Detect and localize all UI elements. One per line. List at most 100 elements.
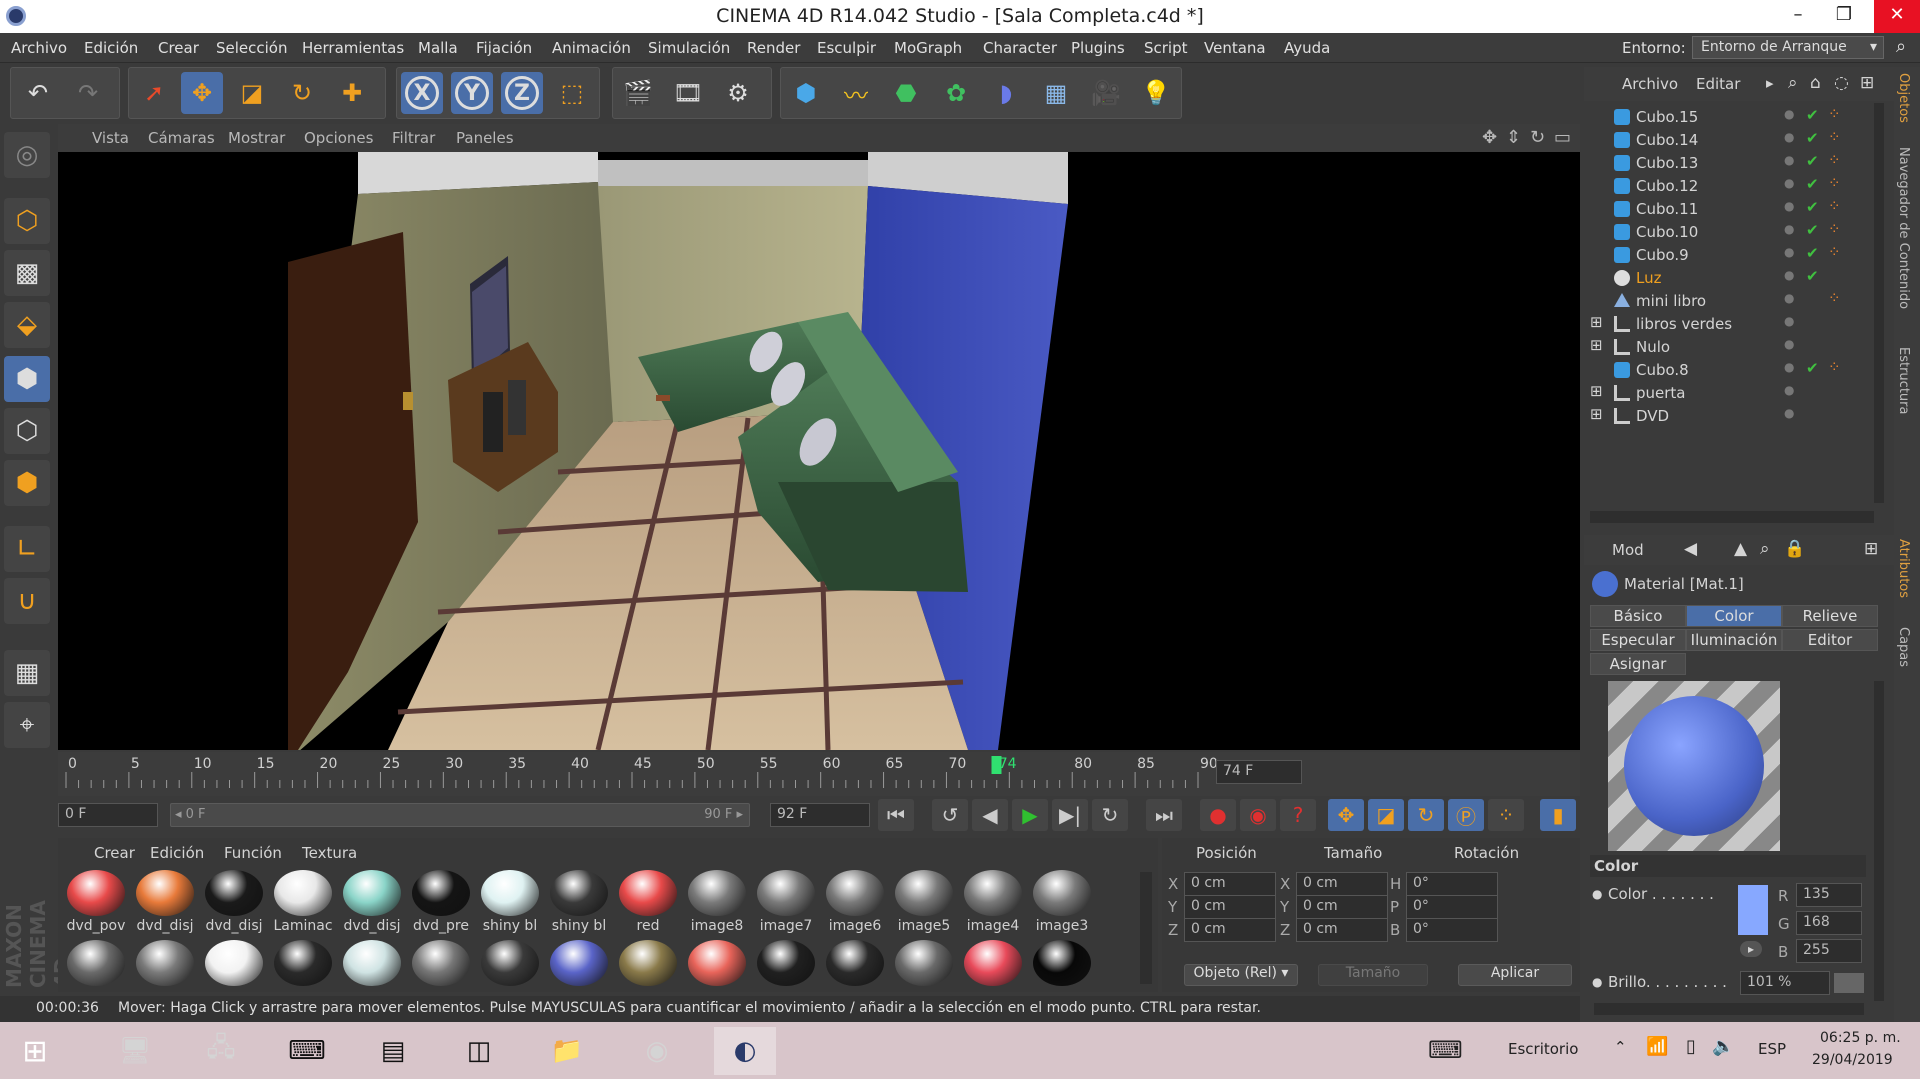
network-icon[interactable]: 📶 xyxy=(1646,1036,1668,1057)
rotate-view-icon[interactable]: ↻ xyxy=(1530,127,1545,148)
y-axis-icon[interactable]: Y xyxy=(451,72,493,114)
pan-view-icon[interactable]: ✥ xyxy=(1482,127,1497,148)
battery-icon[interactable]: ▯ xyxy=(1686,1036,1696,1057)
control-panel-icon[interactable]: 🖥 xyxy=(104,1027,166,1075)
select-tool-icon[interactable]: ➚ xyxy=(133,72,175,114)
coord-field[interactable]: 0 cm xyxy=(1296,895,1388,919)
model-mode-icon[interactable]: ⬡ xyxy=(4,198,50,244)
material-swatch[interactable]: dvd_pov xyxy=(64,870,128,934)
rotate-tool-icon[interactable]: ↻ xyxy=(281,72,323,114)
material-swatch[interactable] xyxy=(823,940,887,986)
material-tag-icon[interactable]: ⁘ xyxy=(1828,128,1841,146)
scene-floor-icon[interactable]: ▦ xyxy=(1035,72,1077,114)
menu-ayuda[interactable]: Ayuda xyxy=(1284,39,1330,57)
key-parameter-icon[interactable]: Ⓟ xyxy=(1448,799,1484,831)
visibility-dots-icon[interactable]: ● xyxy=(1784,222,1794,236)
menu-animacion[interactable]: Animación xyxy=(552,39,631,57)
points-mode-icon[interactable]: ⬢ xyxy=(4,356,50,402)
start-frame-field[interactable]: 0 F xyxy=(58,803,158,827)
search-icon[interactable]: ⌕ xyxy=(1760,539,1770,559)
enabled-check-icon[interactable]: ✔ xyxy=(1806,106,1819,124)
coord-field[interactable]: 0° xyxy=(1406,895,1498,919)
volume-icon[interactable]: 🔈 xyxy=(1712,1036,1734,1057)
visibility-dots-icon[interactable]: ● xyxy=(1784,337,1794,351)
autokey-icon[interactable]: ◉ xyxy=(1240,799,1276,831)
material-tag-icon[interactable]: ⁘ xyxy=(1828,243,1841,261)
object-list-vscroll[interactable] xyxy=(1874,103,1884,503)
material-swatch[interactable] xyxy=(1030,940,1094,986)
render-settings-icon[interactable]: ⚙ xyxy=(717,72,759,114)
expand-icon[interactable]: ⊞ xyxy=(1590,382,1603,400)
network-app-icon[interactable]: 🖧 xyxy=(190,1027,252,1075)
coord-field[interactable]: 0° xyxy=(1406,872,1498,896)
camera-icon[interactable]: 🎥 xyxy=(1085,72,1127,114)
visibility-dots-icon[interactable]: ● xyxy=(1784,245,1794,259)
size-mode-dropdown[interactable]: Tamaño xyxy=(1318,964,1428,986)
up-arrow-icon[interactable]: ▲ xyxy=(1734,539,1747,559)
material-swatch[interactable]: image8 xyxy=(685,870,749,934)
enabled-check-icon[interactable]: ✔ xyxy=(1806,359,1819,377)
material-swatch[interactable]: image5 xyxy=(892,870,956,934)
material-swatch[interactable]: red xyxy=(616,870,680,934)
menu-edicion[interactable]: Edición xyxy=(84,39,138,57)
clock-date[interactable]: 29/04/2019 xyxy=(1812,1052,1893,1068)
expand-icon[interactable]: ⊞ xyxy=(1590,313,1603,331)
maximize-icon[interactable]: ❐ xyxy=(1821,0,1867,33)
lock-icon[interactable]: 🔒 xyxy=(1784,539,1805,559)
material-swatch[interactable]: shiny bl xyxy=(478,870,542,934)
menu-esculpir[interactable]: Esculpir xyxy=(817,39,876,57)
prev-key-icon[interactable]: ↺ xyxy=(932,799,968,831)
color-radio-icon[interactable]: ● xyxy=(1592,887,1602,901)
material-swatch[interactable] xyxy=(961,940,1025,986)
material-swatch[interactable] xyxy=(202,940,266,986)
scale-tool-icon[interactable]: ◪ xyxy=(231,72,273,114)
desktop-label[interactable]: Escritorio xyxy=(1508,1040,1578,1058)
chevron-right-icon[interactable]: ▸ xyxy=(1766,74,1774,92)
viewport-menu-camaras[interactable]: Cámaras xyxy=(148,129,215,147)
coordinate-system-icon[interactable]: ⬚ xyxy=(551,72,593,114)
material-swatch[interactable]: dvd_disj xyxy=(133,870,197,934)
material-swatch[interactable] xyxy=(409,940,473,986)
render-picture-viewer-icon[interactable]: 🎞 xyxy=(667,72,709,114)
3d-viewport[interactable] xyxy=(58,152,1580,750)
expand-icon[interactable]: ⊞ xyxy=(1590,336,1603,354)
side-tab-objetos[interactable]: Objetos xyxy=(1896,73,1911,123)
cinema4d-taskbar-icon[interactable]: ◐ xyxy=(714,1027,776,1075)
r-field[interactable]: 135 xyxy=(1796,883,1862,907)
material-swatch[interactable]: dvd_pre xyxy=(409,870,473,934)
material-swatch[interactable] xyxy=(616,940,680,986)
brightness-field[interactable]: 101 % xyxy=(1740,971,1830,995)
cmd-icon[interactable]: ▤ xyxy=(362,1027,424,1075)
tab-iluminacion[interactable]: Iluminación xyxy=(1686,629,1782,651)
chrome-icon[interactable]: ◉ xyxy=(626,1027,688,1075)
visibility-dots-icon[interactable]: ● xyxy=(1784,130,1794,144)
material-menu-funcion[interactable]: Función xyxy=(224,844,282,862)
play-icon[interactable]: ▶ xyxy=(1012,799,1048,831)
visibility-dots-icon[interactable]: ● xyxy=(1784,360,1794,374)
g-field[interactable]: 168 xyxy=(1796,911,1862,935)
add-object-icon[interactable]: ✚ xyxy=(331,72,373,114)
record-keys-icon[interactable]: ● xyxy=(1200,799,1236,831)
material-tag-icon[interactable]: ⁘ xyxy=(1828,220,1841,238)
menu-simulacion[interactable]: Simulación xyxy=(648,39,730,57)
magnet-icon[interactable]: ∪ xyxy=(4,578,50,624)
enabled-check-icon[interactable]: ✔ xyxy=(1806,198,1819,216)
side-tab-estructura[interactable]: Estructura xyxy=(1896,347,1911,414)
material-swatch[interactable]: dvd_disj xyxy=(202,870,266,934)
color-swatch[interactable] xyxy=(1738,885,1768,935)
viewport-menu-vista[interactable]: Vista xyxy=(92,129,129,147)
tray-chevron-icon[interactable]: ⌃ xyxy=(1614,1038,1627,1056)
viewport-menu-paneles[interactable]: Paneles xyxy=(456,129,514,147)
back-arrow-icon[interactable]: ◀ xyxy=(1684,539,1697,559)
material-swatch[interactable]: dvd_disj xyxy=(340,870,404,934)
z-axis-icon[interactable]: Z xyxy=(501,72,543,114)
side-tab-atributos[interactable]: Atributos xyxy=(1896,539,1911,598)
coord-field[interactable]: 0 cm xyxy=(1184,895,1276,919)
menu-archivo[interactable]: Archivo xyxy=(11,39,67,57)
coord-field[interactable]: 0° xyxy=(1406,918,1498,942)
new-window-icon[interactable]: ⊞ xyxy=(1860,73,1874,93)
prev-frame-icon[interactable]: ◀ xyxy=(972,799,1008,831)
keyboard-icon[interactable]: ⌨ xyxy=(1428,1036,1463,1064)
visibility-dots-icon[interactable]: ● xyxy=(1784,107,1794,121)
material-swatch[interactable]: image3 xyxy=(1030,870,1094,934)
